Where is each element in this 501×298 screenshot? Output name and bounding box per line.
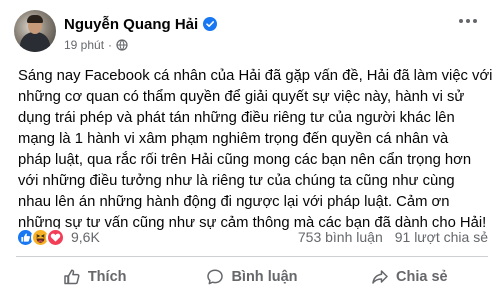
like-button[interactable]: Thích: [16, 262, 173, 292]
comment-bubble-icon: [206, 268, 224, 286]
verified-badge-icon: [203, 17, 218, 31]
more-options-button[interactable]: [453, 10, 483, 32]
comments-count[interactable]: 753 bình luận: [298, 229, 383, 245]
avatar[interactable]: [14, 10, 56, 52]
more-dot-icon: [473, 19, 477, 23]
globe-icon[interactable]: [116, 39, 128, 51]
share-arrow-icon: [371, 268, 389, 286]
divider: [16, 256, 488, 257]
post-text-line: pháp luật, qua rắc rối trên Hải cũng mon…: [18, 152, 472, 168]
like-label: Thích: [87, 269, 127, 285]
more-dot-icon: [466, 19, 470, 23]
comment-label: Bình luận: [231, 269, 298, 285]
post-stats: 753 bình luận 91 lượt chia sẻ: [298, 229, 488, 245]
post-body: Sáng nay Facebook cá nhân của Hải đã gặp…: [18, 66, 493, 234]
post-text-line: mạng là 1 hành vi xâm phạm nghiêm trọng …: [18, 131, 449, 147]
post-text-line: với những điều tưởng như là riêng tư của…: [18, 173, 455, 189]
post-actions: Thích Bình luận Chia sẻ: [16, 262, 488, 292]
love-icon: [46, 227, 65, 247]
post-meta: 19 phút ·: [64, 37, 128, 53]
comment-button[interactable]: Bình luận: [173, 262, 330, 292]
share-label: Chia sẻ: [396, 269, 448, 285]
author-name[interactable]: Nguyễn Quang Hải: [64, 16, 198, 33]
post-text-line: nhau lên án những hành động đi ngược lại…: [18, 194, 450, 210]
share-button[interactable]: Chia sẻ: [331, 262, 488, 292]
author-row: Nguyễn Quang Hải: [64, 14, 218, 34]
post-text-line: dụng trái phép và phát tán những điều ri…: [18, 110, 455, 126]
thumbs-up-icon: [63, 268, 81, 286]
reactions-summary: 9,6K 753 bình luận 91 lượt chia sẻ: [16, 226, 488, 248]
post-text-line: Sáng nay Facebook cá nhân của Hải đã gặp…: [18, 68, 493, 84]
post-timestamp[interactable]: 19 phút: [64, 38, 104, 52]
shares-count[interactable]: 91 lượt chia sẻ: [395, 229, 488, 245]
post-header: Nguyễn Quang Hải 19 phút ·: [14, 10, 489, 54]
reaction-icons[interactable]: [16, 227, 65, 247]
meta-separator: ·: [108, 38, 113, 52]
post-text-line: những cơ quan có thẩm quyền để giải quyế…: [18, 89, 465, 105]
more-dot-icon: [459, 19, 463, 23]
reaction-count[interactable]: 9,6K: [71, 229, 100, 245]
